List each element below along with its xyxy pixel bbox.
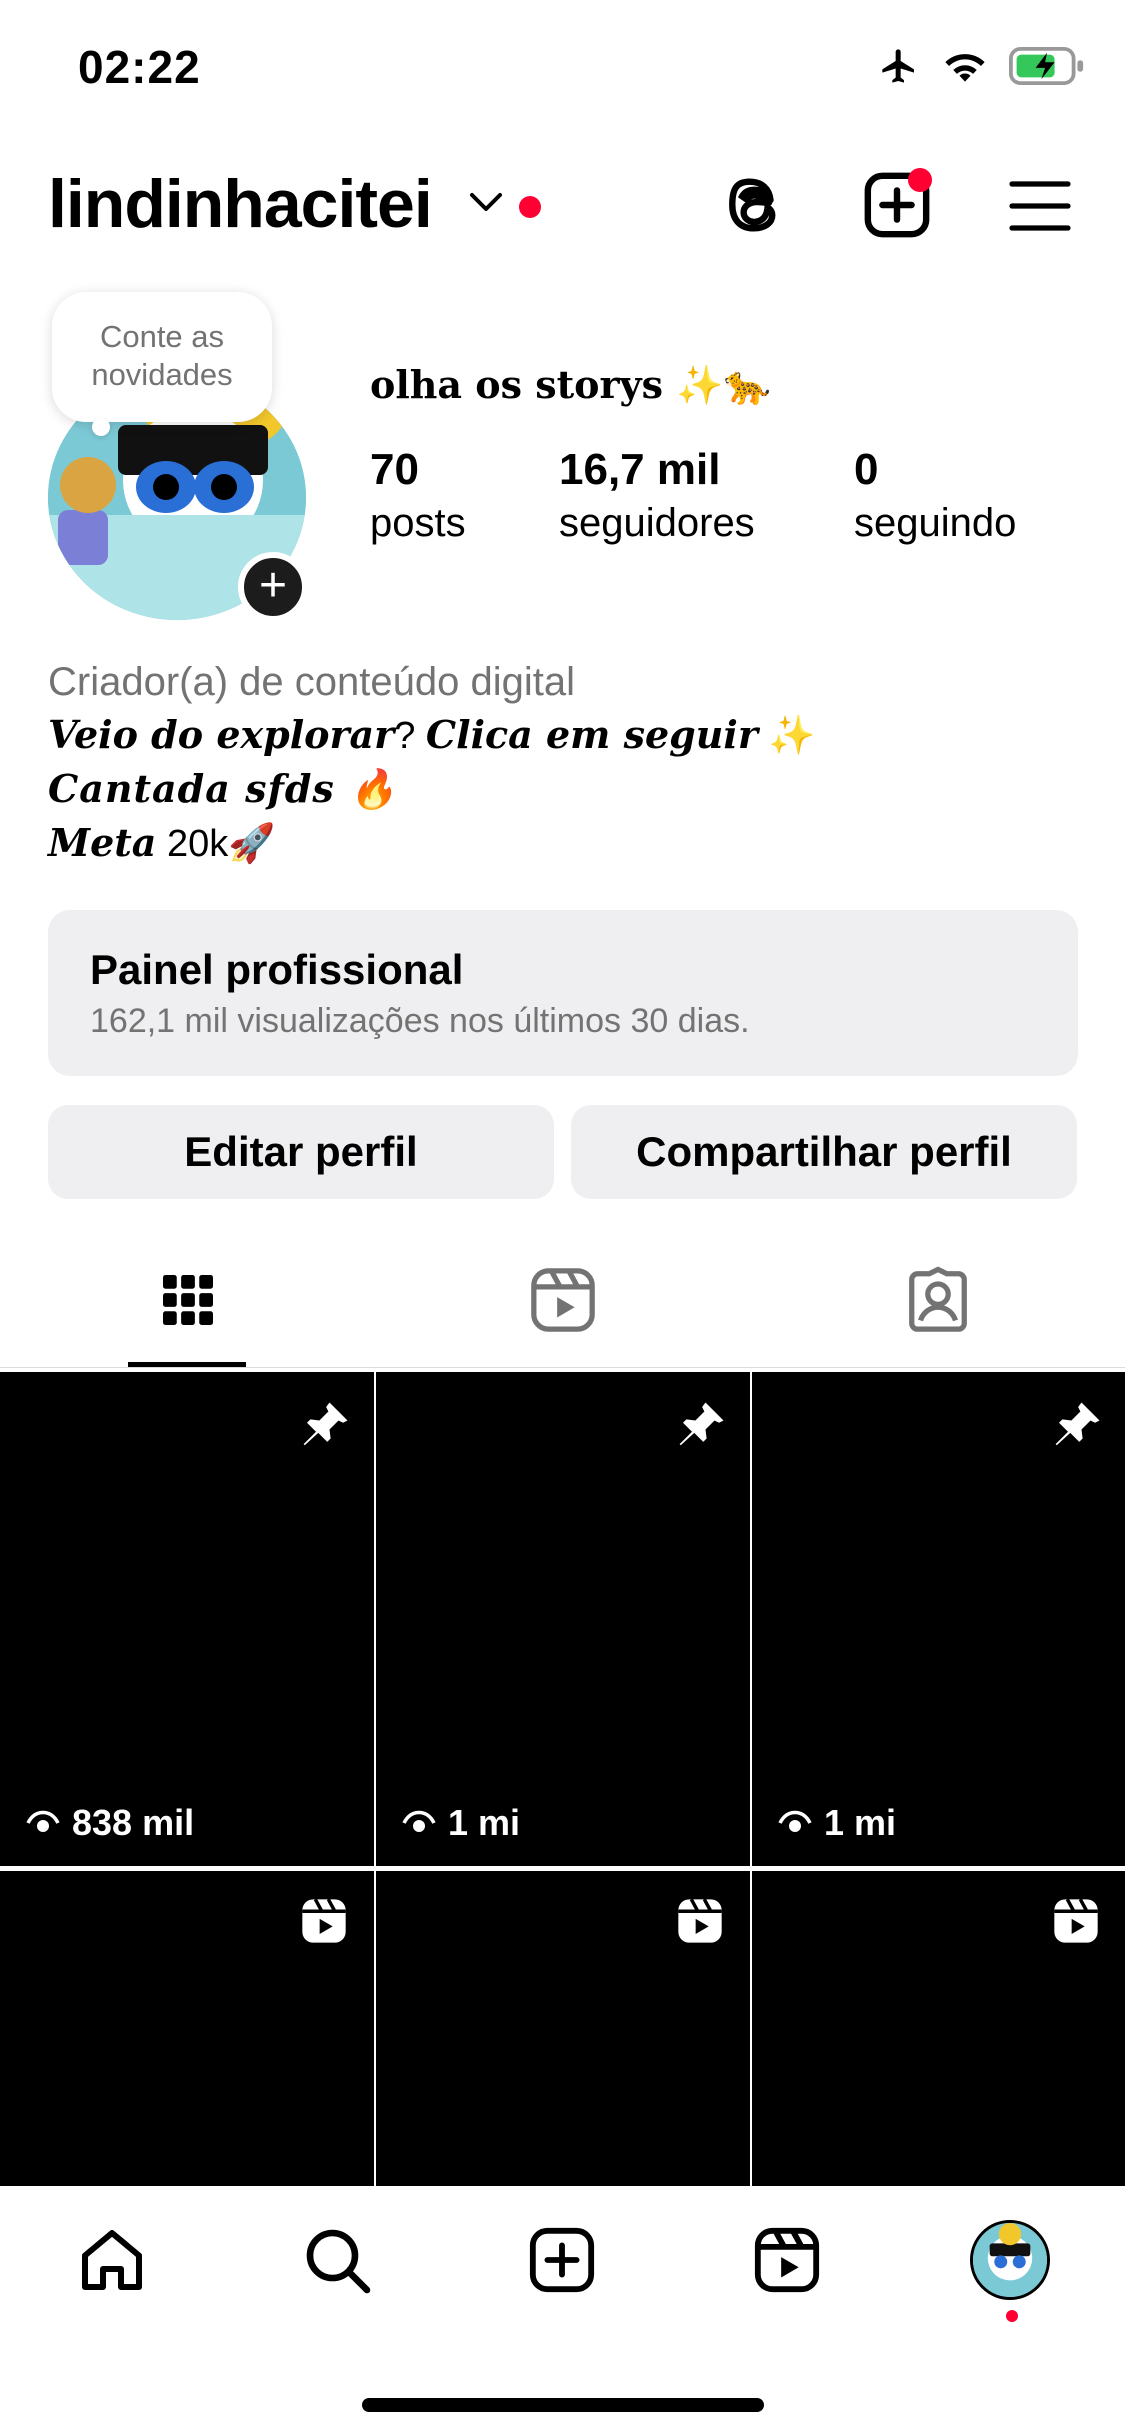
- threads-icon[interactable]: [718, 170, 788, 240]
- eye-icon: [402, 1810, 436, 1832]
- menu-icon[interactable]: [1008, 178, 1072, 234]
- grid-post[interactable]: [752, 1871, 1125, 2191]
- panel-subtitle: 162,1 mil visualizações nos últimos 30 d…: [90, 1002, 750, 1040]
- stat-following-label: seguindo: [854, 501, 1017, 545]
- grid-post[interactable]: 1 mi: [376, 1372, 750, 1866]
- note-line-1: Conte as: [99, 319, 225, 354]
- bio-text: Meta: [48, 820, 157, 865]
- bio-text: Clica em seguir: [425, 712, 758, 757]
- stat-followers[interactable]: 16,7 mil seguidores: [559, 445, 755, 546]
- bio-line-1: Veio do explorar? Clica em seguir ✨: [48, 712, 816, 758]
- grid-post[interactable]: 838 mil: [0, 1372, 374, 1866]
- nav-create[interactable]: [522, 2220, 602, 2300]
- nav-search[interactable]: [297, 2220, 377, 2300]
- professional-dashboard[interactable]: Painel profissional 162,1 mil visualizaç…: [48, 910, 1078, 1076]
- home-indicator[interactable]: [362, 2398, 764, 2412]
- stat-posts[interactable]: 70 posts: [370, 445, 466, 546]
- reels-icon: [530, 1268, 595, 1332]
- nav-profile-avatar[interactable]: [970, 2220, 1050, 2300]
- add-story-button[interactable]: +: [238, 552, 308, 622]
- note-bubble[interactable]: Conte as novidades: [52, 292, 272, 422]
- view-count: 1 mi: [776, 1802, 896, 1844]
- view-count-text: 1 mi: [824, 1802, 897, 1843]
- grid-post[interactable]: 1 mi: [752, 1372, 1125, 1866]
- view-count-text: 838 mil: [72, 1802, 195, 1843]
- bio-text: ?: [394, 715, 426, 757]
- notification-dot: [519, 196, 541, 218]
- nav-reels[interactable]: [747, 2220, 827, 2300]
- eye-icon: [26, 1810, 60, 1832]
- pin-icon: [303, 1402, 348, 1446]
- bio-line-3: Meta 20k🚀: [48, 820, 276, 866]
- bio-line-2: Cantada sfds 🔥: [48, 766, 398, 811]
- share-profile-button[interactable]: Compartilhar perfil: [571, 1105, 1077, 1199]
- status-icons: [877, 46, 1085, 86]
- tab-tagged[interactable]: [750, 1265, 1125, 1335]
- status-time: 02:22: [78, 41, 201, 93]
- tab-divider: [0, 1367, 1125, 1368]
- pin-icon: [679, 1402, 724, 1446]
- grid-post[interactable]: [0, 1871, 374, 2191]
- bio-text: Veio do explorar: [48, 712, 395, 757]
- stat-followers-label: seguidores: [559, 501, 755, 545]
- view-count: 838 mil: [24, 1802, 194, 1844]
- note-bubble-tail: [92, 418, 110, 436]
- reel-badge-icon: [302, 1898, 346, 1943]
- view-count: 1 mi: [400, 1802, 520, 1844]
- eye-icon: [778, 1810, 812, 1832]
- reels-icon: [754, 2227, 820, 2293]
- view-count-text: 1 mi: [448, 1802, 521, 1843]
- stat-following-value: 0: [854, 445, 879, 494]
- username-switcher[interactable]: lindinhacitei: [48, 165, 433, 243]
- tab-reels[interactable]: [375, 1265, 750, 1335]
- grid-icon: [162, 1275, 213, 1325]
- bio-text: 20k🚀: [156, 823, 276, 865]
- create-icon: [529, 2227, 595, 2293]
- profile-category: Criador(a) de conteúdo digital: [48, 660, 575, 704]
- create-notification-dot: [908, 168, 932, 192]
- bio-text: ✨: [757, 715, 816, 757]
- note-line-2: novidades: [91, 357, 233, 392]
- airplane-icon: [882, 49, 914, 83]
- panel-title: Painel profissional: [90, 946, 464, 993]
- tab-posts-grid[interactable]: [0, 1265, 375, 1335]
- battery-icon: [1009, 47, 1084, 85]
- tagged-person-icon: [908, 1266, 967, 1332]
- wifi-icon: [945, 54, 985, 82]
- stat-following[interactable]: 0 seguindo: [854, 445, 1016, 546]
- profile-notification-dot: [1006, 2310, 1018, 2322]
- home-icon: [82, 2230, 142, 2290]
- reel-badge-icon: [1054, 1898, 1098, 1943]
- pin-icon: [1055, 1402, 1100, 1446]
- grid-post[interactable]: [376, 1871, 750, 2191]
- stat-followers-value: 16,7 mil: [559, 445, 721, 494]
- chevron-down-icon[interactable]: [468, 190, 504, 214]
- search-icon: [306, 2229, 371, 2294]
- stat-posts-value: 70: [370, 445, 419, 494]
- profile-name: olha os storys ✨🐆: [370, 362, 771, 407]
- edit-profile-button[interactable]: Editar perfil: [48, 1105, 554, 1199]
- nav-home[interactable]: [72, 2220, 152, 2300]
- stat-posts-label: posts: [370, 501, 466, 545]
- reel-badge-icon: [678, 1898, 722, 1943]
